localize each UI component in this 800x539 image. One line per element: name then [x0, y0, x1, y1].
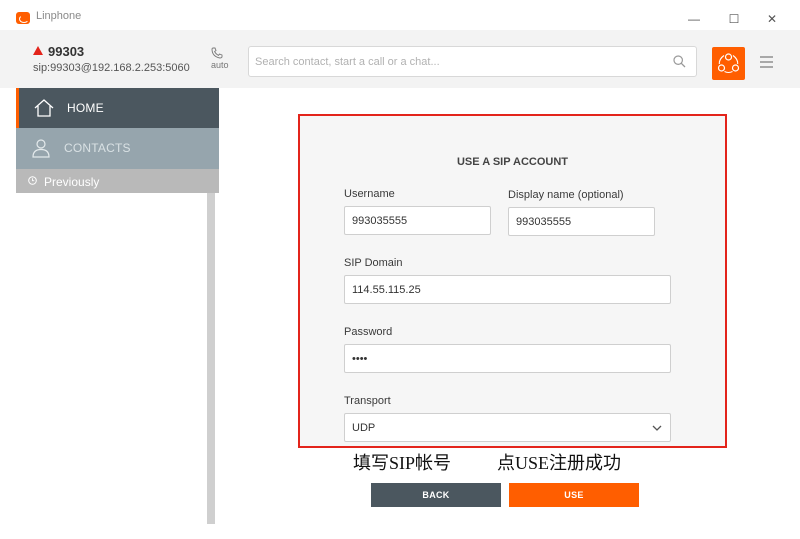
sidebar-item-home[interactable]: HOME: [16, 88, 219, 128]
transport-select[interactable]: UDP: [344, 413, 671, 442]
chevron-down-icon: [652, 425, 662, 431]
back-button[interactable]: BACK: [371, 483, 501, 507]
account-name[interactable]: 99303: [32, 44, 84, 59]
annotation-fill-account: 填写SIP帐号: [353, 453, 452, 473]
phone-icon[interactable]: [211, 47, 223, 59]
sidebar-item-label: HOME: [67, 101, 104, 115]
search-icon[interactable]: [673, 55, 686, 68]
home-icon: [34, 99, 54, 117]
clock-icon: [28, 176, 37, 185]
use-button[interactable]: USE: [509, 483, 639, 507]
linphone-window: Linphone — ☐ ✕ 99303 sip:99303@192.168.2…: [0, 0, 800, 539]
sip-domain-label: SIP Domain: [344, 257, 403, 269]
contact-icon: [32, 139, 50, 158]
close-button[interactable]: ✕: [765, 12, 779, 26]
display-name-label: Display name (optional): [508, 189, 624, 201]
username-label: Username: [344, 188, 395, 200]
transport-label: Transport: [344, 395, 391, 407]
presence-mode[interactable]: auto: [211, 60, 229, 70]
search-box[interactable]: [248, 46, 697, 77]
sidebar-scrollbar[interactable]: [207, 193, 215, 524]
annotation-click-use: 点USE注册成功: [497, 453, 622, 473]
form-title: USE A SIP ACCOUNT: [456, 156, 569, 168]
window-title: Linphone: [36, 10, 82, 22]
display-name-input[interactable]: [508, 207, 655, 236]
sidebar-item-label: CONTACTS: [64, 141, 131, 155]
sip-domain-input[interactable]: [344, 275, 671, 304]
sip-account-form: USE A SIP ACCOUNT Username Display name …: [298, 114, 727, 448]
conference-button[interactable]: [712, 47, 745, 80]
menu-icon[interactable]: [760, 56, 773, 68]
minimize-button[interactable]: —: [687, 12, 701, 26]
password-label: Password: [344, 326, 393, 338]
title-bar: Linphone — ☐ ✕: [0, 0, 800, 30]
previously-header: Previously: [16, 169, 219, 193]
sidebar: HOME CONTACTS Previously: [16, 88, 219, 524]
transport-value: UDP: [352, 422, 376, 434]
previously-label: Previously: [44, 175, 100, 189]
password-input[interactable]: [344, 344, 671, 373]
search-input[interactable]: [255, 47, 655, 76]
sidebar-item-contacts[interactable]: CONTACTS: [16, 128, 219, 169]
username-input[interactable]: [344, 206, 491, 235]
conference-icon: [717, 53, 740, 74]
maximize-button[interactable]: ☐: [727, 12, 741, 26]
linphone-logo-icon: [16, 12, 30, 24]
account-sip-address: sip:99303@192.168.2.253:5060: [33, 62, 190, 74]
